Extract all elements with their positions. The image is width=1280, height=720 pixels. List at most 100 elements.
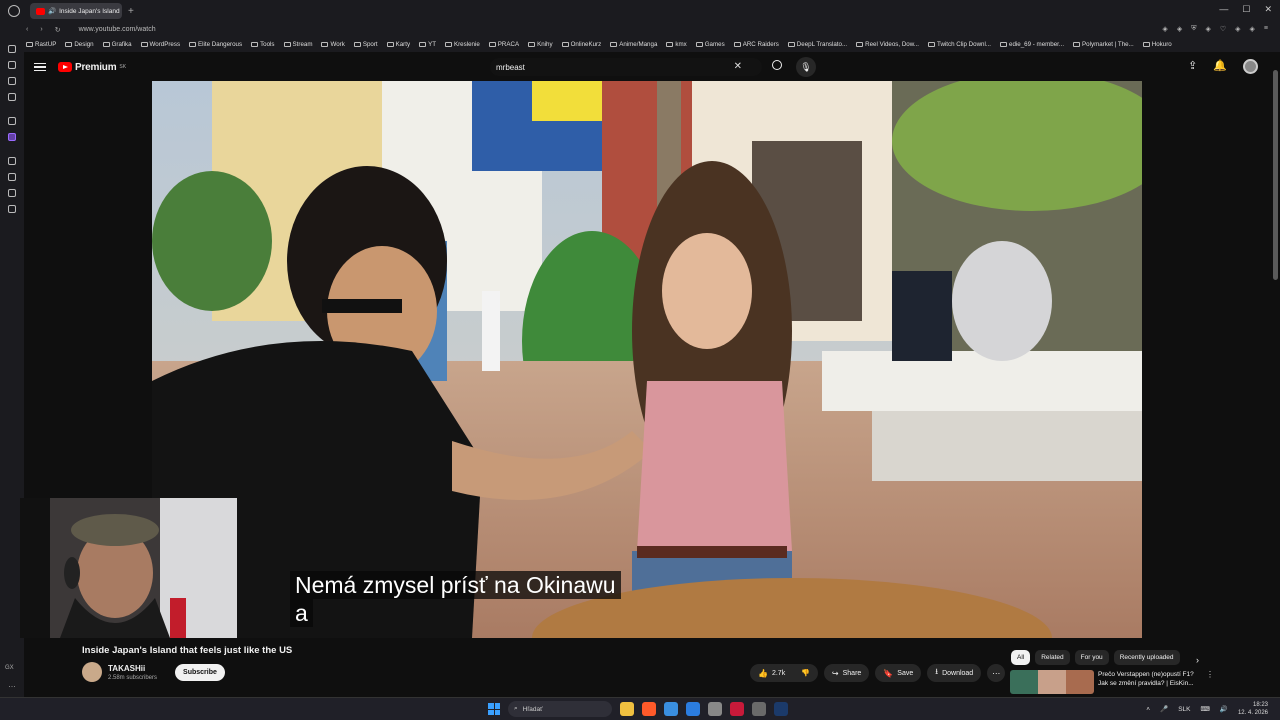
opera-gx-icon[interactable]	[8, 5, 20, 17]
network-icon[interactable]: ⌨	[1200, 705, 1209, 713]
clock[interactable]: 18:23 12. 4. 2026	[1238, 701, 1268, 717]
bookmark-item[interactable]: OnlineKurz	[561, 41, 601, 48]
bookmark-item[interactable]: Design	[65, 41, 94, 48]
bookmark-item[interactable]: PRACA	[488, 41, 519, 48]
heart-icon[interactable]: ♡	[1220, 25, 1226, 33]
bookmark-item[interactable]: Twitch Clip Downl...	[928, 41, 991, 48]
bookmark-item[interactable]: Grafika	[102, 41, 132, 48]
new-tab-icon[interactable]: +	[128, 6, 134, 17]
search-icon[interactable]	[772, 60, 782, 70]
bookmark-item[interactable]: Tools	[251, 41, 275, 48]
bookmark-item[interactable]: Polymarket | The...	[1073, 41, 1134, 48]
kebab-menu-icon[interactable]: ⋮	[1206, 670, 1214, 694]
account-avatar[interactable]	[1243, 59, 1258, 74]
bookmark-item[interactable]: WordPress	[140, 41, 180, 48]
bookmark-item[interactable]: Reel Videos, Dow...	[856, 41, 919, 48]
bookmark-item[interactable]: Elite Dangerous	[189, 41, 242, 48]
extension-icon[interactable]: ◈	[1235, 25, 1240, 33]
menu-icon[interactable]: ≡	[1264, 25, 1268, 33]
bookmark-item[interactable]: RastUP	[26, 41, 56, 48]
app-icon[interactable]	[686, 702, 700, 716]
recommended-thumbnail[interactable]	[1010, 670, 1094, 694]
microphone-icon[interactable]: 🎙	[796, 57, 816, 77]
dislike-icon[interactable]: 👎	[801, 669, 810, 677]
app-icon[interactable]	[752, 702, 766, 716]
close-window-icon[interactable]: ✕	[1264, 4, 1272, 15]
chip-for-you[interactable]: For you	[1074, 650, 1109, 665]
volume-icon[interactable]: 🔊	[1220, 705, 1228, 713]
bookmark-item[interactable]: Knihy	[528, 41, 553, 48]
bookmark-item[interactable]: DeepL Translato...	[787, 41, 847, 48]
shield-icon[interactable]: ⛨	[1191, 25, 1196, 33]
windows-start-icon[interactable]	[488, 703, 500, 715]
notifications-icon[interactable]: 🔔	[1213, 59, 1227, 74]
brave-icon[interactable]	[642, 702, 656, 716]
chip-recently-uploaded[interactable]: Recently uploaded	[1113, 650, 1180, 665]
sidebar-icon[interactable]	[8, 77, 16, 85]
extension-icon[interactable]: ◈	[1162, 25, 1167, 33]
file-explorer-icon[interactable]	[620, 702, 634, 716]
bookmark-item[interactable]: ARC Raiders	[733, 41, 779, 48]
bookmark-item[interactable]: kmx	[666, 41, 687, 48]
like-button[interactable]: 👍 2.7k 👎	[750, 664, 818, 682]
save-button[interactable]: 🔖 Save	[875, 664, 922, 682]
bookmark-item[interactable]: Games	[695, 41, 725, 48]
sidebar-icon[interactable]	[8, 117, 16, 125]
recommended-title[interactable]: Jak se změní pravidla? | EisKin...	[1098, 679, 1202, 688]
bookmark-item[interactable]: Karty	[386, 41, 410, 48]
sidebar-icon[interactable]	[8, 45, 16, 53]
bookmark-item[interactable]: YT	[419, 41, 436, 48]
sidebar-icon[interactable]	[8, 157, 16, 165]
more-icon[interactable]: …	[8, 680, 16, 689]
hamburger-menu-icon[interactable]	[34, 62, 46, 72]
mic-icon[interactable]: 🎤	[1160, 705, 1168, 713]
bookmark-item[interactable]: Hokuro	[1142, 41, 1172, 48]
twitch-icon[interactable]	[8, 133, 16, 141]
back-icon[interactable]: ‹	[26, 26, 28, 34]
maximize-icon[interactable]: ☐	[1242, 4, 1250, 15]
bookmark-item[interactable]: Stream	[283, 41, 312, 48]
extension-icon[interactable]: ◈	[1205, 25, 1210, 33]
sidebar-icon[interactable]	[8, 93, 16, 101]
chip-all[interactable]: All	[1011, 650, 1031, 665]
browser-tab[interactable]: 🔊 Inside Japan's Island	[30, 3, 122, 19]
recommended-video[interactable]: Prečo Verstappen (ne)opustí F1? Jak se z…	[1010, 670, 1214, 694]
bookmark-item[interactable]: Work	[321, 41, 345, 48]
bookmark-item[interactable]: Anime/Manga	[610, 41, 657, 48]
minimize-icon[interactable]: —	[1219, 4, 1228, 15]
chip-related[interactable]: Related	[1035, 650, 1070, 665]
upload-icon[interactable]: ⇪	[1188, 59, 1197, 74]
chevron-right-icon[interactable]: ›	[1196, 655, 1199, 665]
bookmark-item[interactable]: edie_69 - member...	[1000, 41, 1064, 48]
clear-search-icon[interactable]: ✕	[734, 61, 742, 72]
channel-avatar[interactable]	[82, 662, 102, 682]
forward-icon[interactable]: ›	[40, 26, 42, 34]
chevron-up-icon[interactable]: ˄	[1146, 706, 1150, 713]
download-button[interactable]: ⭳ Download	[927, 664, 982, 682]
reload-icon[interactable]: ↻	[55, 26, 61, 34]
search-input[interactable]: mrbeast ✕	[490, 58, 782, 76]
sidebar-icon[interactable]	[8, 189, 16, 197]
url-field[interactable]: www.youtube.com/watch	[79, 26, 156, 33]
sidebar-icon[interactable]	[8, 205, 16, 213]
app-icon[interactable]	[664, 702, 678, 716]
extension-icon[interactable]: ◈	[1250, 25, 1255, 33]
bookmark-item[interactable]: Sport	[353, 41, 378, 48]
recommended-title[interactable]: Prečo Verstappen (ne)opustí F1?	[1098, 670, 1202, 679]
channel-name[interactable]: TAKASHii	[108, 664, 157, 673]
steam-icon[interactable]	[774, 702, 788, 716]
extension-icon[interactable]: ◈	[1177, 25, 1182, 33]
bookmark-item[interactable]: Kreslenie	[444, 41, 480, 48]
sidebar-icon[interactable]	[8, 173, 16, 181]
video-player[interactable]: Nemá zmysel prísť na Okinawu a	[152, 81, 1142, 638]
taskbar-search[interactable]: ⌕ Hľadať	[508, 701, 612, 717]
share-button[interactable]: ↪ Share	[823, 664, 870, 682]
youtube-logo[interactable]: Premium SK	[58, 62, 126, 73]
scrollbar[interactable]	[1273, 70, 1278, 280]
more-actions-icon[interactable]: ⋯	[987, 664, 1006, 682]
audio-icon[interactable]: 🔊	[48, 7, 56, 15]
sidebar-icon[interactable]	[8, 61, 16, 69]
language-indicator[interactable]: SLK	[1178, 706, 1190, 713]
opera-gx-taskbar-icon[interactable]	[730, 702, 744, 716]
app-icon[interactable]	[708, 702, 722, 716]
